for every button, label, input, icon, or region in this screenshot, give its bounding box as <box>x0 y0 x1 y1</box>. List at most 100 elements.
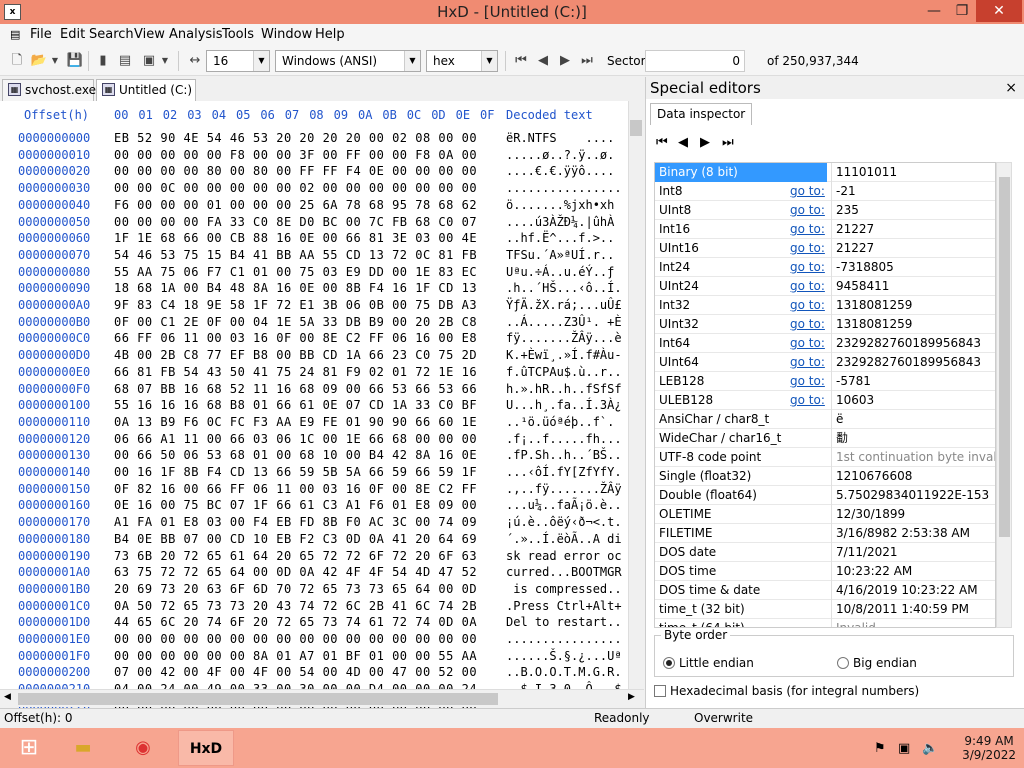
row-decoded-text[interactable]: .fP.Sh..h..´BŠ.. <box>506 446 622 464</box>
row-decoded-text[interactable]: .Press Ctrl+Alt+ <box>506 597 622 615</box>
previous-sector-icon[interactable]: ◀ <box>534 52 552 70</box>
inspector-value[interactable]: 3/16/8982 2:53:38 AM <box>831 524 995 543</box>
hex-row[interactable]: 0000000040 F6 00 00 00 01 00 00 00 25 6A … <box>0 196 628 214</box>
volume-icon[interactable]: 🔈 <box>922 741 938 756</box>
row-decoded-text[interactable]: ................ <box>506 630 622 648</box>
inspector-value[interactable]: 2329282760189956843 <box>831 334 995 353</box>
row-bytes[interactable]: 1F 1E 68 66 00 CB 88 16 0E 00 66 81 3E 0… <box>114 229 477 247</box>
delete-icon[interactable]: ▮ <box>94 52 112 70</box>
hex-row[interactable]: 00000000B0 0F 00 C1 2E 0F 00 04 1E 5A 33 … <box>0 313 628 331</box>
horizontal-scrollbar[interactable]: ◀ ▶ <box>0 689 644 707</box>
next-icon[interactable]: ▶ <box>700 135 722 150</box>
row-bytes[interactable]: 06 66 A1 11 00 66 03 06 1C 00 1E 66 68 0… <box>114 430 477 448</box>
inspector-row[interactable]: Int32 go to: 1318081259 <box>655 296 995 315</box>
vertical-scrollbar[interactable] <box>628 101 644 689</box>
row-bytes[interactable]: 0A 13 B9 F6 0C FC F3 AA E9 FE 01 90 90 6… <box>114 413 477 431</box>
row-decoded-text[interactable]: ..¹ö.üóªéþ..f`. <box>506 413 614 431</box>
offset-base-select[interactable]: hex ▼ <box>426 50 498 72</box>
hex-row[interactable]: 00000001A0 63 75 72 72 65 64 00 0D 0A 42 … <box>0 563 628 581</box>
row-bytes[interactable]: 9F 83 C4 18 9E 58 1F 72 E1 3B 06 0B 00 7… <box>114 296 477 314</box>
hex-row[interactable]: 0000000070 54 46 53 75 15 B4 41 BB AA 55 … <box>0 246 628 264</box>
row-bytes[interactable]: 00 00 0C 00 00 00 00 00 02 00 00 00 00 0… <box>114 179 477 197</box>
hex-editor[interactable]: Offset(h) Decoded text 00 01 02 03 04 05 06 07 0… <box>0 101 628 713</box>
menu-analysis[interactable]: Analysis <box>169 27 223 42</box>
row-decoded-text[interactable]: ................ <box>506 179 622 197</box>
goto-link[interactable]: go to: <box>790 220 825 239</box>
inspector-row[interactable]: UInt24 go to: 9458411 <box>655 277 995 296</box>
row-bytes[interactable]: 0F 00 C1 2E 0F 00 04 1E 5A 33 DB B9 00 2… <box>114 313 477 331</box>
hex-row[interactable]: 0000000010 00 00 00 00 00 F8 00 00 3F 00 … <box>0 146 628 164</box>
menu-window[interactable]: Window <box>261 27 312 42</box>
row-decoded-text[interactable]: .....ø..?.ÿ..ø. <box>506 146 614 164</box>
inspector-row[interactable]: Single (float32) 1210676608 <box>655 467 995 486</box>
inspector-row[interactable]: OLETIME 12/30/1899 <box>655 505 995 524</box>
minimize-button[interactable]: — <box>920 0 948 22</box>
tab-data-inspector[interactable]: Data inspector <box>650 103 753 125</box>
row-bytes[interactable]: 68 07 BB 16 68 52 11 16 68 09 00 66 53 6… <box>114 380 477 398</box>
inspector-row[interactable]: FILETIME 3/16/8982 2:53:38 AM <box>655 524 995 543</box>
row-decoded-text[interactable]: f.ûTCPAu$.ù..r.. <box>506 363 622 381</box>
scroll-left-icon[interactable]: ◀ <box>4 692 11 702</box>
export-dropdown-icon[interactable]: ▼ <box>160 52 170 70</box>
row-decoded-text[interactable]: ...u¼..faÃ¡ö.è.. <box>506 496 622 514</box>
hex-row[interactable]: 00000001C0 0A 50 72 65 73 73 20 43 74 72 … <box>0 597 628 615</box>
row-bytes[interactable]: 44 65 6C 20 74 6F 20 72 65 73 74 61 72 7… <box>114 613 477 631</box>
inspector-row[interactable]: UInt8 go to: 235 <box>655 201 995 220</box>
row-decoded-text[interactable]: ëR.NTFS .... <box>506 129 614 147</box>
row-decoded-text[interactable]: ö.......%jxh•xh <box>506 196 614 214</box>
row-decoded-text[interactable]: .h..´HŠ...‹ô..Í. <box>506 279 622 297</box>
little-endian-radio[interactable]: Little endian <box>663 656 754 670</box>
new-file-icon[interactable]: 🗋 <box>8 52 26 70</box>
horizontal-scroll-thumb[interactable] <box>18 693 498 705</box>
row-bytes[interactable]: 00 00 00 00 80 00 80 00 FF FF F4 0E 00 0… <box>114 162 477 180</box>
row-bytes[interactable]: 20 69 73 20 63 6F 6D 70 72 65 73 73 65 6… <box>114 580 477 598</box>
row-bytes[interactable]: 00 00 00 00 00 F8 00 00 3F 00 FF 00 00 F… <box>114 146 477 164</box>
first-sector-icon[interactable]: ⏮ <box>512 52 530 70</box>
inspector-row[interactable]: ULEB128 go to: 10603 <box>655 391 995 410</box>
inspector-row[interactable]: AnsiChar / char8_t ë <box>655 410 995 429</box>
row-decoded-text[interactable]: ´.»..Í.ëòÃ..A di <box>506 530 622 548</box>
sector-input[interactable]: 0 <box>645 50 745 72</box>
last-sector-icon[interactable]: ⏭ <box>578 52 596 70</box>
inspector-row[interactable]: DOS date 7/11/2021 <box>655 543 995 562</box>
inspector-value[interactable]: 1318081259 <box>831 296 995 315</box>
tab-untitled-c[interactable]: ▦ Untitled (C:) <box>96 79 196 102</box>
hex-row[interactable]: 0000000150 0F 82 16 00 66 FF 06 11 00 03 … <box>0 480 628 498</box>
hex-row[interactable]: 0000000030 00 00 0C 00 00 00 00 00 02 00 … <box>0 179 628 197</box>
hex-row[interactable]: 00000001F0 00 00 00 00 00 00 8A 01 A7 01 … <box>0 647 628 665</box>
inspector-row[interactable]: time_t (32 bit) 10/8/2011 1:40:59 PM <box>655 600 995 619</box>
inspector-value[interactable]: 10:23:22 AM <box>831 562 995 581</box>
hex-row[interactable]: 00000000C0 66 FF 06 11 00 03 16 0F 00 8E … <box>0 329 628 347</box>
row-decoded-text[interactable]: ......Š.§.¿...Uª <box>506 647 622 665</box>
menu-view[interactable]: View <box>134 27 165 42</box>
save-icon[interactable]: 💾 <box>66 52 84 70</box>
goto-link[interactable]: go to: <box>790 182 825 201</box>
row-decoded-text[interactable]: ŸƒÄ.žX.rá;...uÛ£ <box>506 296 622 314</box>
row-decoded-text[interactable]: .‚..fÿ.......ŽÂÿ <box>506 480 622 498</box>
row-bytes[interactable]: 55 AA 75 06 F7 C1 01 00 75 03 E9 DD 00 1… <box>114 263 477 281</box>
inspector-row[interactable]: LEB128 go to: -5781 <box>655 372 995 391</box>
hex-row[interactable]: 0000000020 00 00 00 00 80 00 80 00 FF FF … <box>0 162 628 180</box>
hexadecimal-basis-checkbox[interactable]: Hexadecimal basis (for integral numbers) <box>654 684 919 698</box>
menu-edit[interactable]: Edit <box>60 27 85 42</box>
row-bytes[interactable]: 0A 50 72 65 73 73 20 43 74 72 6C 2B 41 6… <box>114 597 477 615</box>
inspector-row[interactable]: UInt32 go to: 1318081259 <box>655 315 995 334</box>
goto-link[interactable]: go to: <box>790 391 825 410</box>
hex-row[interactable]: 00000000E0 66 81 FB 54 43 50 41 75 24 81 … <box>0 363 628 381</box>
row-decoded-text[interactable]: .f¡..f.....fh... <box>506 430 622 448</box>
row-decoded-text[interactable]: Uªu.÷Á..u.éÝ..ƒ <box>506 263 614 281</box>
hex-row[interactable]: 0000000000 EB 52 90 4E 54 46 53 20 20 20 … <box>0 129 628 147</box>
row-bytes[interactable]: EB 52 90 4E 54 46 53 20 20 20 20 00 02 0… <box>114 129 477 147</box>
inspector-value[interactable]: 1st continuation byte invalid <box>831 448 995 467</box>
row-decoded-text[interactable]: ..B.O.O.T.M.G.R. <box>506 663 622 681</box>
inspector-value[interactable]: 5.75029834011922E-153 <box>831 486 995 505</box>
bytes-per-row-select[interactable]: 16 ▼ <box>206 50 270 72</box>
inspector-value[interactable]: 12/30/1899 <box>831 505 995 524</box>
inspector-value[interactable]: 9458411 <box>831 277 995 296</box>
network-icon[interactable]: ▣ <box>898 741 910 756</box>
inspector-row[interactable]: Int64 go to: 2329282760189956843 <box>655 334 995 353</box>
hex-row[interactable]: 0000000170 A1 FA 01 E8 03 00 F4 EB FD 8B … <box>0 513 628 531</box>
row-decoded-text[interactable]: fÿ.......ŽÂÿ...è <box>506 329 622 347</box>
close-panel-icon[interactable]: × <box>1005 77 1017 99</box>
tab-svchost[interactable]: ▦ svchost.exe <box>2 79 96 101</box>
